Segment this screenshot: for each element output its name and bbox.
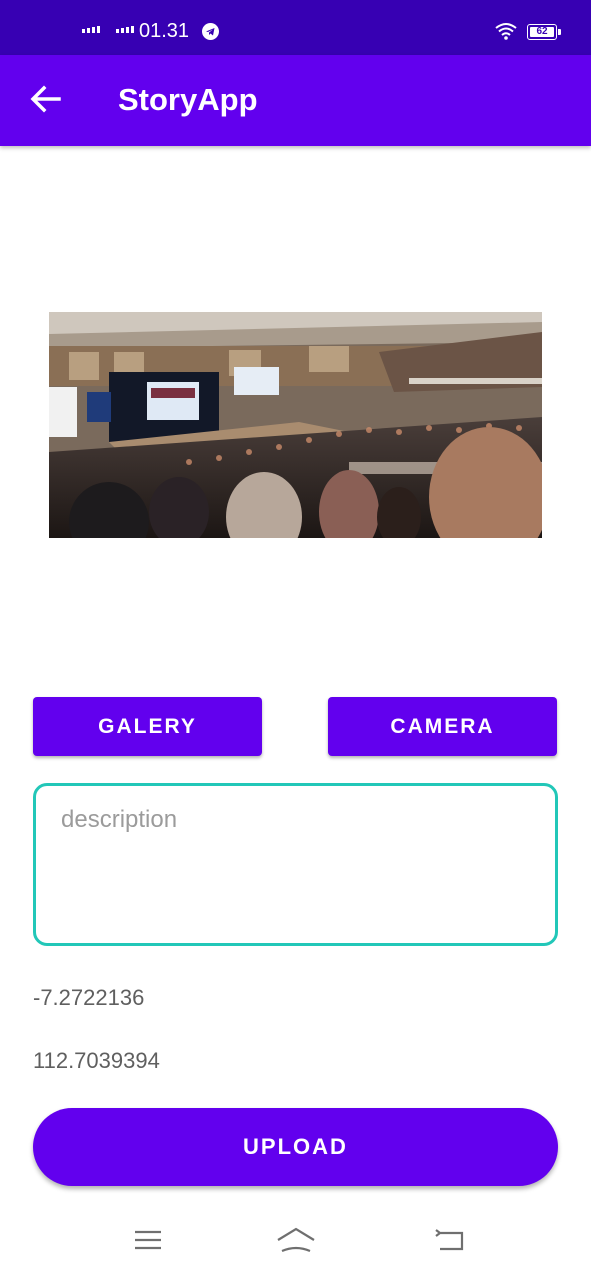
menu-icon[interactable] — [133, 1225, 163, 1255]
gallery-button[interactable]: GALERY — [33, 697, 262, 756]
preview-photo — [49, 312, 542, 538]
status-time: 01.31 — [139, 20, 190, 42]
latitude-text: -7.2722136 — [33, 985, 145, 1010]
home-icon[interactable] — [275, 1225, 317, 1257]
page-title: StoryApp — [118, 82, 258, 117]
app-bar: StoryApp — [0, 55, 591, 146]
back-nav-icon[interactable] — [434, 1225, 466, 1255]
longitude-text: 112.7039394 — [33, 1048, 160, 1073]
system-nav-bar — [0, 1205, 591, 1280]
signal-icon — [116, 26, 134, 33]
battery-level: 62 — [530, 27, 554, 37]
upload-button[interactable]: UPLOAD — [33, 1108, 558, 1186]
status-bar: 01.31 62 — [0, 0, 591, 55]
description-input[interactable] — [59, 804, 543, 928]
signal-icon — [82, 26, 100, 33]
camera-button[interactable]: CAMERA — [328, 697, 557, 756]
back-button[interactable] — [26, 79, 66, 119]
telegram-icon — [202, 23, 219, 40]
story-image-preview — [49, 312, 542, 538]
battery-icon: 62 — [527, 24, 561, 40]
wifi-icon — [495, 23, 517, 40]
description-field — [33, 783, 558, 946]
arrow-left-icon — [30, 85, 61, 113]
